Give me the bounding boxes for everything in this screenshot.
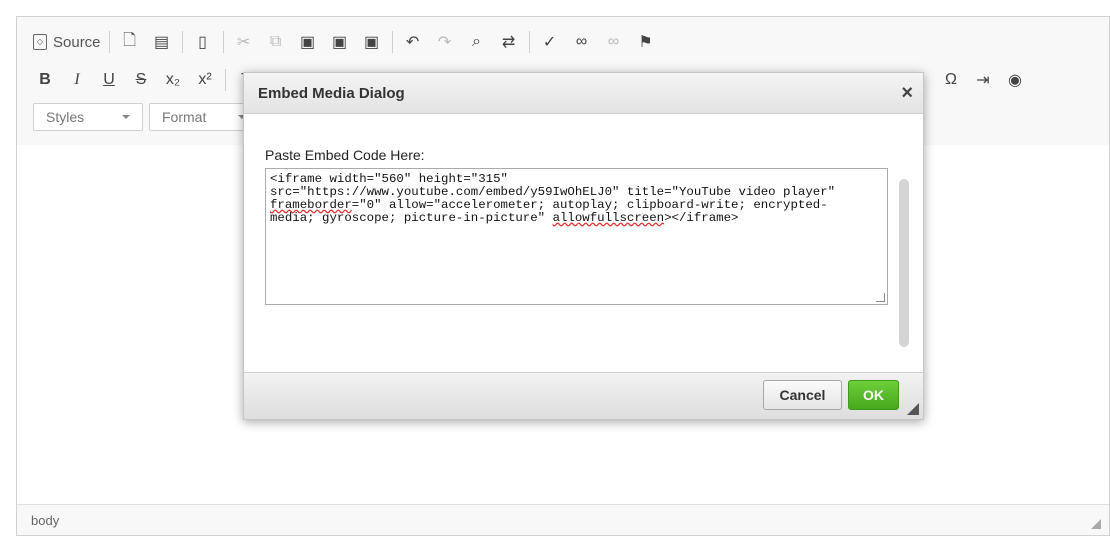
subscript-icon[interactable]: x₂ [161,68,185,92]
embed-code-textarea[interactable]: <iframe width="560" height="315" src="ht… [265,168,888,305]
find-icon[interactable]: ⌕ [465,30,489,54]
toolbar-separator [181,31,183,53]
copy-icon[interactable]: ⧉ [264,30,288,54]
styles-dropdown[interactable]: Styles [33,103,143,131]
toolbar-separator [528,31,530,53]
redo-icon[interactable]: ↷ [433,30,457,54]
bold-icon[interactable]: B [33,68,57,92]
paste-icon[interactable]: ▣ [296,30,320,54]
code-line: ="0" allow="accelerometer; autoplay; cli… [351,198,828,212]
cancel-button[interactable]: Cancel [763,380,842,410]
special-char-icon[interactable]: Ω [939,68,963,92]
editor-resize-handle[interactable] [1091,519,1101,529]
element-path[interactable]: body [31,513,59,528]
styles-label: Styles [46,109,85,125]
unlink-icon[interactable]: ∞ [602,30,626,54]
templates-icon[interactable]: ▯ [191,30,215,54]
toolbar-separator [108,31,110,53]
print-icon[interactable]: ▤ [150,30,174,54]
underline-icon[interactable]: U [97,68,121,92]
spellcheck-icon[interactable]: ✓ [538,30,562,54]
textarea-resize-grip[interactable] [876,293,885,302]
strikethrough-icon[interactable]: S [129,68,153,92]
combo-row: Styles Format [33,103,265,131]
ok-button[interactable]: OK [848,380,899,410]
toolbar-separator [222,31,224,53]
code-misspelled-word: frameborder [270,198,352,212]
format-label: Format [162,109,207,125]
paste-text-icon[interactable]: ▣ [328,30,352,54]
toolbar-separator [225,69,226,91]
dialog-resize-handle[interactable] [907,403,919,415]
close-icon[interactable]: × [901,82,913,105]
source-label: Source [53,33,101,51]
dialog-scrollbar[interactable] [899,179,909,347]
dialog-titlebar[interactable]: Embed Media Dialog × [244,73,923,114]
page-break-icon[interactable]: ⇥ [971,68,995,92]
paste-word-icon[interactable]: ▣ [360,30,384,54]
toolbar-separator [391,31,393,53]
embed-code-label: Paste Embed Code Here: [265,147,425,163]
replace-icon[interactable]: ⇄ [497,30,521,54]
superscript-icon[interactable]: x² [193,68,217,92]
code-line: media; gyroscope; picture-in-picture" [270,211,553,225]
link-icon[interactable]: ∞ [570,30,594,54]
source-icon: ◇ [33,34,47,50]
toolbar-row-1: ◇ Source 🗋 ▤ ▯ ✂ ⧉ ▣ ▣ ▣ ↶ ↷ ⌕ ⇄ ✓ ∞ ∞ ⚑ [33,29,666,55]
undo-icon[interactable]: ↶ [401,30,425,54]
anchor-flag-icon[interactable]: ⚑ [634,30,658,54]
toolbar-row-2: B I U S x₂ x² T [33,67,266,93]
dialog-title: Embed Media Dialog [258,85,405,102]
italic-icon[interactable]: I [65,68,89,92]
source-button[interactable]: ◇ Source [33,30,101,54]
preview-icon[interactable]: 🗋 [118,30,142,54]
embed-media-dialog: Embed Media Dialog × Paste Embed Code He… [243,72,924,420]
code-misspelled-word: allowfullscreen [552,211,665,225]
cut-icon[interactable]: ✂ [232,30,256,54]
dialog-body: Paste Embed Code Here: <iframe width="56… [244,113,923,373]
toolbar-row-2-right: Ω ⇥ ◉ [939,67,1035,93]
code-line: <iframe width="560" height="315" [270,172,508,186]
code-line: src="https://www.youtube.com/embed/y59Iw… [270,185,836,199]
dialog-footer: Cancel OK [244,372,923,419]
chevron-down-icon [122,115,130,119]
media-embed-icon[interactable]: ◉ [1003,68,1027,92]
code-line: ></iframe> [664,211,739,225]
editor-statusbar: body [17,504,1109,535]
